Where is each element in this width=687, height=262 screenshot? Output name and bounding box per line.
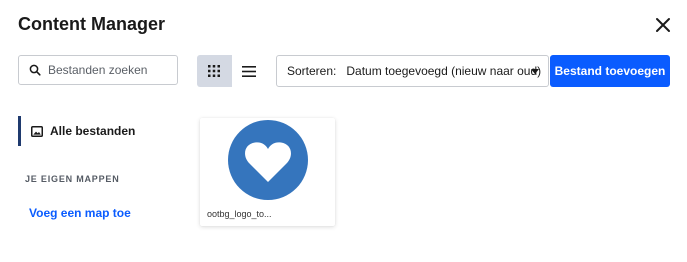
- sort-label: Sorteren:: [287, 64, 337, 78]
- asset-name: ootbg_logo_to...: [207, 209, 272, 219]
- sidebar-item-label: Alle bestanden: [50, 124, 136, 138]
- grid-view-button[interactable]: [197, 55, 232, 87]
- add-folder-link[interactable]: Voeg een map toe: [29, 206, 131, 220]
- dialog-title: Content Manager: [18, 14, 166, 34]
- caret-down-icon: [531, 69, 539, 74]
- heart-logo-icon: [228, 120, 308, 200]
- search-icon: [29, 64, 41, 76]
- grid-icon: [208, 65, 221, 77]
- list-view-button[interactable]: [232, 55, 267, 87]
- sort-value: Datum toegevoegd (nieuw naar oud): [346, 64, 542, 78]
- close-button[interactable]: [652, 14, 674, 36]
- add-file-button[interactable]: Bestand toevoegen: [550, 55, 670, 87]
- close-icon: [656, 18, 670, 32]
- view-mode-toggle: [197, 55, 266, 87]
- image-icon: [31, 125, 43, 137]
- list-icon: [241, 65, 256, 77]
- sort-select[interactable]: Sorteren: Datum toegevoegd (nieuw naar o…: [276, 55, 549, 87]
- search-input[interactable]: [48, 63, 168, 77]
- asset-card[interactable]: ootbg_logo_to...: [200, 118, 335, 226]
- folders-section-heading: JE EIGEN MAPPEN: [25, 174, 120, 184]
- sidebar-item-all-files[interactable]: Alle bestanden: [18, 116, 135, 146]
- search-field[interactable]: [18, 55, 178, 85]
